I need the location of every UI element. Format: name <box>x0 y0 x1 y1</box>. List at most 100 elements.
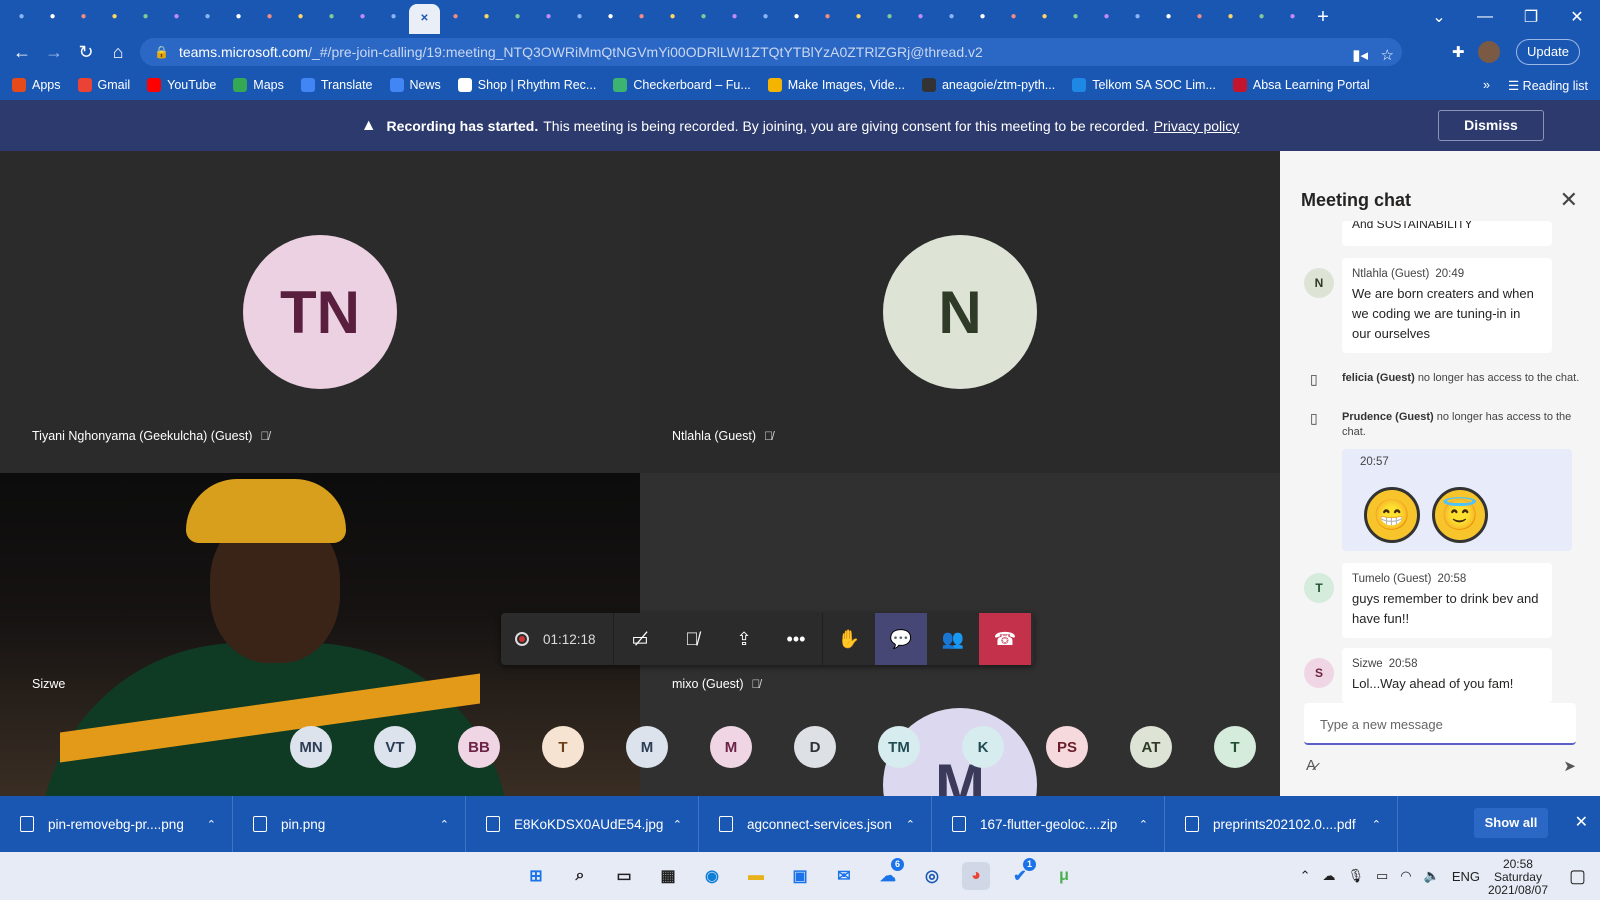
roster-avatar[interactable]: T <box>542 726 584 768</box>
roster-avatar[interactable]: K <box>962 726 1004 768</box>
star-icon[interactable]: ☆ <box>1381 46 1394 64</box>
bookmark-item[interactable]: YouTube <box>147 78 216 92</box>
tab[interactable]: ● <box>1153 0 1184 34</box>
message-input[interactable]: Type a new message <box>1304 703 1576 745</box>
more-actions-button[interactable]: ••• <box>770 613 822 665</box>
tab[interactable]: ● <box>564 0 595 34</box>
wifi-icon[interactable]: ◠ <box>1400 868 1411 884</box>
update-button[interactable]: Update ⋮ <box>1516 39 1580 83</box>
privacy-link[interactable]: Privacy policy <box>1154 118 1240 134</box>
tab[interactable]: ● <box>1091 0 1122 34</box>
chevron-up-icon[interactable]: ⌃ <box>1139 818 1148 831</box>
language-label[interactable]: ENG <box>1452 869 1480 884</box>
share-button[interactable]: ⇪ <box>718 613 770 665</box>
raise-hand-button[interactable]: ✋ <box>823 613 875 665</box>
start-icon[interactable]: ⊞ <box>522 862 550 890</box>
bookmark-item[interactable]: Make Images, Vide... <box>767 78 905 92</box>
tab[interactable]: ● <box>1122 0 1153 34</box>
camera-off-button[interactable]: ▭̸ <box>614 613 666 665</box>
whatsapp-icon[interactable]: ☁ 6 <box>874 858 904 890</box>
roster-avatar[interactable]: BB <box>458 726 500 768</box>
tab[interactable]: ● <box>161 0 192 34</box>
bookmark-item[interactable]: Apps <box>12 78 61 92</box>
bookmark-item[interactable]: Checkerboard – Fu... <box>613 78 751 92</box>
tab[interactable]: ● <box>68 0 99 34</box>
send-icon[interactable]: ➤ <box>1563 757 1576 775</box>
home-button[interactable]: ⌂ <box>102 42 134 63</box>
tab[interactable]: ● <box>6 0 37 34</box>
extensions-icon[interactable]: ✚ <box>1452 43 1465 61</box>
torrent-icon[interactable]: μ <box>1050 862 1078 890</box>
bookmark-item[interactable]: Absa Learning Portal <box>1232 78 1370 92</box>
tab[interactable]: ● <box>1029 0 1060 34</box>
tab[interactable]: ● <box>688 0 719 34</box>
roster-avatar[interactable]: T <box>1214 726 1256 768</box>
bookmark-item[interactable]: Gmail <box>77 78 130 92</box>
tab[interactable]: ● <box>502 0 533 34</box>
tab[interactable]: ● <box>130 0 161 34</box>
participant-tile[interactable]: TN Tiyani Nghonyama (Geekulcha) (Guest) 🎙… <box>0 151 640 473</box>
bookmark-item[interactable]: News <box>389 78 441 92</box>
mic-icon[interactable]: 🎙 <box>1347 868 1364 884</box>
minimize-button[interactable]: — <box>1462 8 1508 26</box>
chevron-up-icon[interactable]: ⌃ <box>1372 818 1381 831</box>
address-bar[interactable]: 🔒 teams.microsoft.com/_#/pre-join-callin… <box>140 38 1402 66</box>
download-item[interactable]: pin.png ⌃ <box>233 796 466 852</box>
forward-button[interactable]: → <box>38 42 70 63</box>
bookmark-item[interactable]: aneagoie/ztm-pyth... <box>921 78 1055 92</box>
tab[interactable]: ● <box>1277 0 1308 34</box>
tab[interactable]: ● <box>843 0 874 34</box>
chevron-up-icon[interactable]: ⌃ <box>673 818 682 831</box>
volume-icon[interactable]: 🔈 <box>1424 868 1440 884</box>
tab[interactable]: ✕ <box>409 4 440 34</box>
tab[interactable]: ● <box>316 0 347 34</box>
todo-icon[interactable]: ✔ 1 <box>1006 858 1036 890</box>
chevron-up-icon[interactable]: ⌃ <box>906 818 915 831</box>
leave-button[interactable]: ☎ <box>979 613 1031 665</box>
tab-search-icon[interactable]: ⌄ <box>1416 7 1462 27</box>
participants-button[interactable]: 👥 <box>927 613 979 665</box>
close-window-button[interactable]: ✕ <box>1554 7 1600 27</box>
tab[interactable]: ● <box>998 0 1029 34</box>
roster-avatar[interactable]: M <box>626 726 668 768</box>
store-icon[interactable]: ▣ <box>786 862 814 890</box>
notifications-icon[interactable]: ▢ <box>1569 866 1586 887</box>
reload-button[interactable]: ↻ <box>70 42 102 63</box>
tab[interactable]: ● <box>1215 0 1246 34</box>
tab[interactable]: ● <box>626 0 657 34</box>
download-item[interactable]: E8KoKDSX0AUdE54.jpg ⌃ <box>466 796 699 852</box>
clock[interactable]: 20:58 Saturday 2021/08/07 <box>1488 858 1548 897</box>
bookmark-item[interactable]: Shop | Rhythm Rec... <box>457 78 596 92</box>
tab[interactable]: ● <box>595 0 626 34</box>
camera-icon[interactable]: ▮◂ <box>1352 46 1368 64</box>
avatar[interactable] <box>1478 41 1500 63</box>
tab[interactable]: ● <box>967 0 998 34</box>
roster-avatar[interactable]: M <box>710 726 752 768</box>
tab[interactable]: ● <box>1184 0 1215 34</box>
format-icon[interactable]: A̷ <box>1306 757 1316 774</box>
roster-avatar[interactable]: TM <box>878 726 920 768</box>
search-icon[interactable]: ⌕ <box>566 862 594 890</box>
tab[interactable]: ● <box>781 0 812 34</box>
chat-button[interactable]: 💬 <box>875 613 927 665</box>
tab[interactable]: ● <box>657 0 688 34</box>
dismiss-button[interactable]: Dismiss <box>1438 110 1544 141</box>
tab[interactable]: ● <box>37 0 68 34</box>
tab[interactable]: ● <box>440 0 471 34</box>
roster-avatar[interactable]: MN <box>290 726 332 768</box>
tab[interactable]: ● <box>347 0 378 34</box>
chevron-up-icon[interactable]: ⌃ <box>440 818 449 831</box>
tab[interactable]: ● <box>750 0 781 34</box>
tab[interactable]: ● <box>936 0 967 34</box>
mute-button[interactable]: 🎙̸ <box>666 613 718 665</box>
chevron-up-icon[interactable]: ⌃ <box>207 818 216 831</box>
tab[interactable]: ● <box>285 0 316 34</box>
bookmark-item[interactable]: Telkom SA SOC Lim... <box>1072 78 1216 92</box>
tab[interactable]: ● <box>254 0 285 34</box>
close-chat-button[interactable]: ✕ <box>1560 187 1578 213</box>
chevron-up-icon[interactable]: ⌃ <box>1300 868 1311 884</box>
roster-avatar[interactable]: D <box>794 726 836 768</box>
task-view-icon[interactable]: ▭ <box>610 862 638 890</box>
close-downloads-icon[interactable]: ✕ <box>1575 812 1588 832</box>
tab[interactable]: ● <box>1246 0 1277 34</box>
